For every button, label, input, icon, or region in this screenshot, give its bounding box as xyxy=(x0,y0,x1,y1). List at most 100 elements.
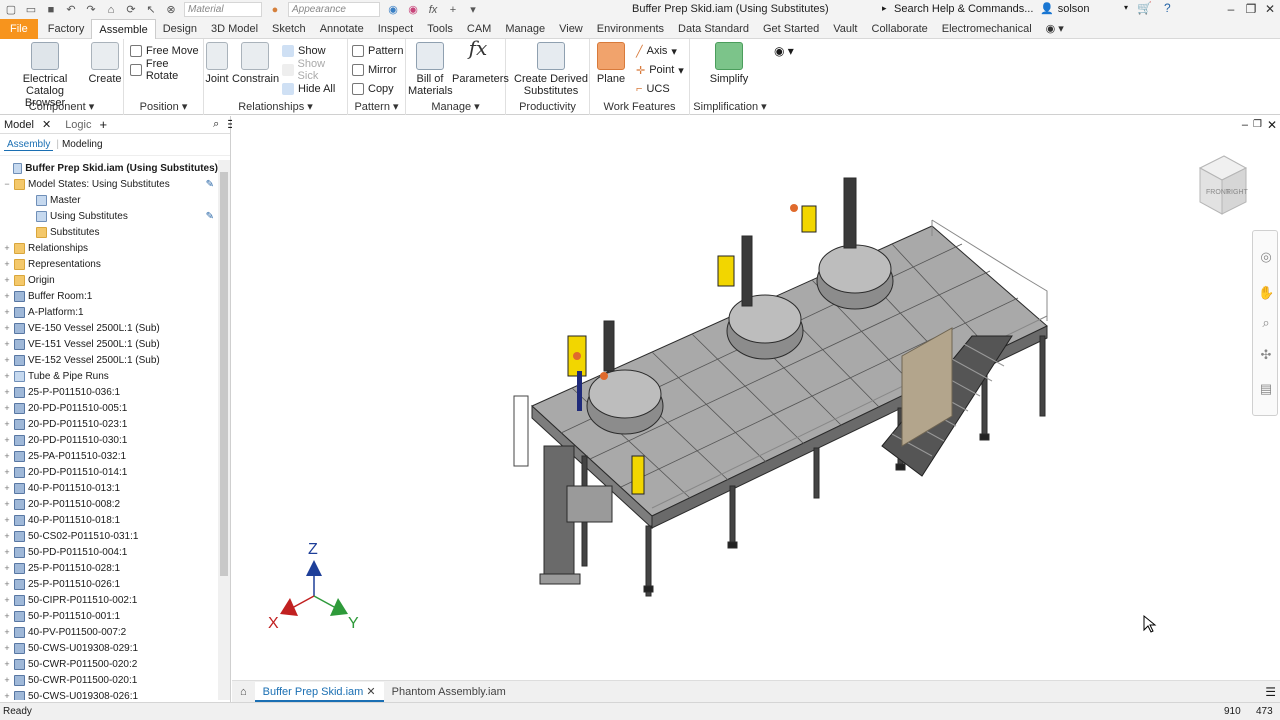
expand-icon[interactable]: + xyxy=(2,307,12,317)
expand-icon[interactable]: + xyxy=(2,243,12,253)
expand-icon[interactable]: + xyxy=(2,403,12,413)
tree-node[interactable]: + Origin xyxy=(0,272,218,288)
restore-icon[interactable]: ❐ xyxy=(1244,2,1258,16)
appearance-combo[interactable]: Appearance xyxy=(288,2,380,17)
tab-list-icon[interactable]: ☰ xyxy=(1265,685,1276,699)
graphics-viewport[interactable]: – ❐ ✕ FRONT RIGHT Z X Y xyxy=(232,116,1280,680)
doc-tab-buffer-prep-skid[interactable]: Buffer Prep Skid.iam ✕ xyxy=(254,681,384,702)
tab-collaborate[interactable]: Collaborate xyxy=(865,19,935,39)
tree-node[interactable]: +25-PA-P011510-032:1 xyxy=(0,448,218,464)
tree-node[interactable]: +50-CWR-P011500-020:1 xyxy=(0,672,218,688)
chevron-down-icon[interactable]: ▾ xyxy=(1124,3,1128,12)
tree-node[interactable]: + Tube & Pipe Runs xyxy=(0,368,218,384)
axis-button[interactable]: ╱ Axis ▾ xyxy=(636,43,677,59)
tab-annotate[interactable]: Annotate xyxy=(313,19,371,39)
subtab-assembly[interactable]: Assembly xyxy=(4,139,54,151)
expand-icon[interactable]: + xyxy=(2,691,12,700)
help-icon[interactable]: ? xyxy=(1164,1,1171,15)
tree-node[interactable]: +40-PV-P011500-007:2 xyxy=(0,624,218,640)
expand-icon[interactable]: + xyxy=(2,531,12,541)
tree-node[interactable]: +20-PD-P011510-005:1 xyxy=(0,400,218,416)
zoom-icon[interactable]: ⌕ xyxy=(1258,315,1274,331)
ribbon-more-icon[interactable]: ◉ ▾ xyxy=(774,44,794,58)
tree-node[interactable]: +25-P-P011510-026:1 xyxy=(0,576,218,592)
expand-icon[interactable]: + xyxy=(2,499,12,509)
expand-icon[interactable]: + xyxy=(2,259,12,269)
ribbon-options-icon[interactable]: ◉ ▾ xyxy=(1039,19,1071,39)
tree-node[interactable]: +50-CIPR-P011510-002:1 xyxy=(0,592,218,608)
tree-node[interactable]: +50-PD-P011510-004:1 xyxy=(0,544,218,560)
undo-icon[interactable]: ↶ xyxy=(64,3,78,17)
create-button[interactable]: Create xyxy=(88,42,122,85)
ucs-button[interactable]: ⌐ UCS xyxy=(636,81,670,97)
edit-pencil-icon[interactable]: ✎ xyxy=(206,211,214,222)
tree-node[interactable]: + Buffer Room:1 xyxy=(0,288,218,304)
view-cube[interactable]: FRONT RIGHT xyxy=(1198,155,1249,215)
orbit-icon[interactable]: ✣ xyxy=(1258,347,1274,363)
pan-icon[interactable]: ✋ xyxy=(1258,285,1274,301)
expand-icon[interactable]: + xyxy=(2,515,12,525)
expand-icon[interactable]: + xyxy=(2,563,12,573)
tree-node[interactable]: Substitutes xyxy=(0,224,218,240)
tree-node[interactable]: +50-CWR-P011500-020:2 xyxy=(0,656,218,672)
tree-node[interactable]: +20-P-P011510-008:2 xyxy=(0,496,218,512)
adjust-icon[interactable]: ◉ xyxy=(406,3,420,17)
search-input[interactable]: Search Help & Commands... xyxy=(884,1,1034,17)
expand-icon[interactable]: + xyxy=(2,643,12,653)
close-doc-tab-icon[interactable]: ✕ xyxy=(366,686,375,698)
tab-data-standard[interactable]: Data Standard xyxy=(671,19,756,39)
plane-button[interactable]: Plane xyxy=(596,42,626,85)
tree-node[interactable]: + VE-150 Vessel 2500L:1 (Sub) xyxy=(0,320,218,336)
panel-label-simplification[interactable]: Simplification ▾ xyxy=(690,100,770,113)
hide-all-button[interactable]: Hide All xyxy=(282,81,335,97)
tree-node[interactable]: Using Substitutes ✎ xyxy=(0,208,218,224)
fx-icon[interactable]: fx xyxy=(426,3,440,17)
panel-label-component[interactable]: Component ▾ xyxy=(0,100,123,113)
expand-icon[interactable]: + xyxy=(2,435,12,445)
minimize-icon[interactable]: – xyxy=(1224,2,1238,16)
collapse-icon[interactable]: − xyxy=(2,179,12,189)
save-icon[interactable]: ■ xyxy=(44,3,58,17)
expand-icon[interactable]: + xyxy=(2,387,12,397)
tree-node[interactable]: Master xyxy=(0,192,218,208)
tab-view[interactable]: View xyxy=(552,19,590,39)
panel-label-manage[interactable]: Manage ▾ xyxy=(406,100,505,113)
tab-environments[interactable]: Environments xyxy=(590,19,671,39)
material-combo[interactable]: Material xyxy=(184,2,262,17)
expand-icon[interactable]: + xyxy=(2,579,12,589)
expand-icon[interactable]: + xyxy=(2,451,12,461)
close-model-tab-icon[interactable]: ✕ xyxy=(38,118,55,131)
update-icon[interactable]: ⟳ xyxy=(124,3,138,17)
tree-node[interactable]: + VE-151 Vessel 2500L:1 (Sub) xyxy=(0,336,218,352)
expand-icon[interactable]: + xyxy=(2,355,12,365)
subtab-modeling[interactable]: Modeling xyxy=(62,139,103,150)
tree-node[interactable]: +50-CS02-P011510-031:1 xyxy=(0,528,218,544)
open-file-icon[interactable]: ▭ xyxy=(24,3,38,17)
tab-electromechanical[interactable]: Electromechanical xyxy=(935,19,1039,39)
show-sick-button[interactable]: Show Sick xyxy=(282,58,347,82)
tree-node[interactable]: − Model States: Using Substitutes ✎ xyxy=(0,176,218,192)
parameters-button[interactable]: fx Parameters xyxy=(452,38,509,85)
simplify-button[interactable]: Simplify xyxy=(708,42,750,85)
user-menu[interactable]: 👤 solson xyxy=(1040,2,1090,16)
pattern-button[interactable]: Pattern xyxy=(352,43,403,59)
expand-icon[interactable]: + xyxy=(2,547,12,557)
expand-icon[interactable]: + xyxy=(2,467,12,477)
copy-button[interactable]: Copy xyxy=(352,81,394,97)
plus-icon[interactable]: + xyxy=(446,3,460,17)
expand-icon[interactable]: + xyxy=(2,419,12,429)
tree-node[interactable]: + VE-152 Vessel 2500L:1 (Sub) xyxy=(0,352,218,368)
constrain-button[interactable]: Constrain xyxy=(232,42,279,85)
show-button[interactable]: Show xyxy=(282,43,326,59)
clear-override-icon[interactable]: ⊗ xyxy=(164,3,178,17)
expand-icon[interactable]: + xyxy=(2,371,12,381)
panel-label-position[interactable]: Position ▾ xyxy=(124,100,203,113)
model-canvas[interactable]: FRONT RIGHT Z X Y xyxy=(232,116,1280,680)
free-rotate-button[interactable]: Free Rotate xyxy=(130,58,203,82)
cart-icon[interactable]: 🛒 xyxy=(1137,1,1152,15)
tab-design[interactable]: Design xyxy=(156,19,204,39)
expand-icon[interactable]: + xyxy=(2,659,12,669)
tree-node[interactable]: +40-P-P011510-018:1 xyxy=(0,512,218,528)
create-derived-substitutes-button[interactable]: Create Derived Substitutes xyxy=(512,42,590,97)
tree-node[interactable]: + Representations xyxy=(0,256,218,272)
